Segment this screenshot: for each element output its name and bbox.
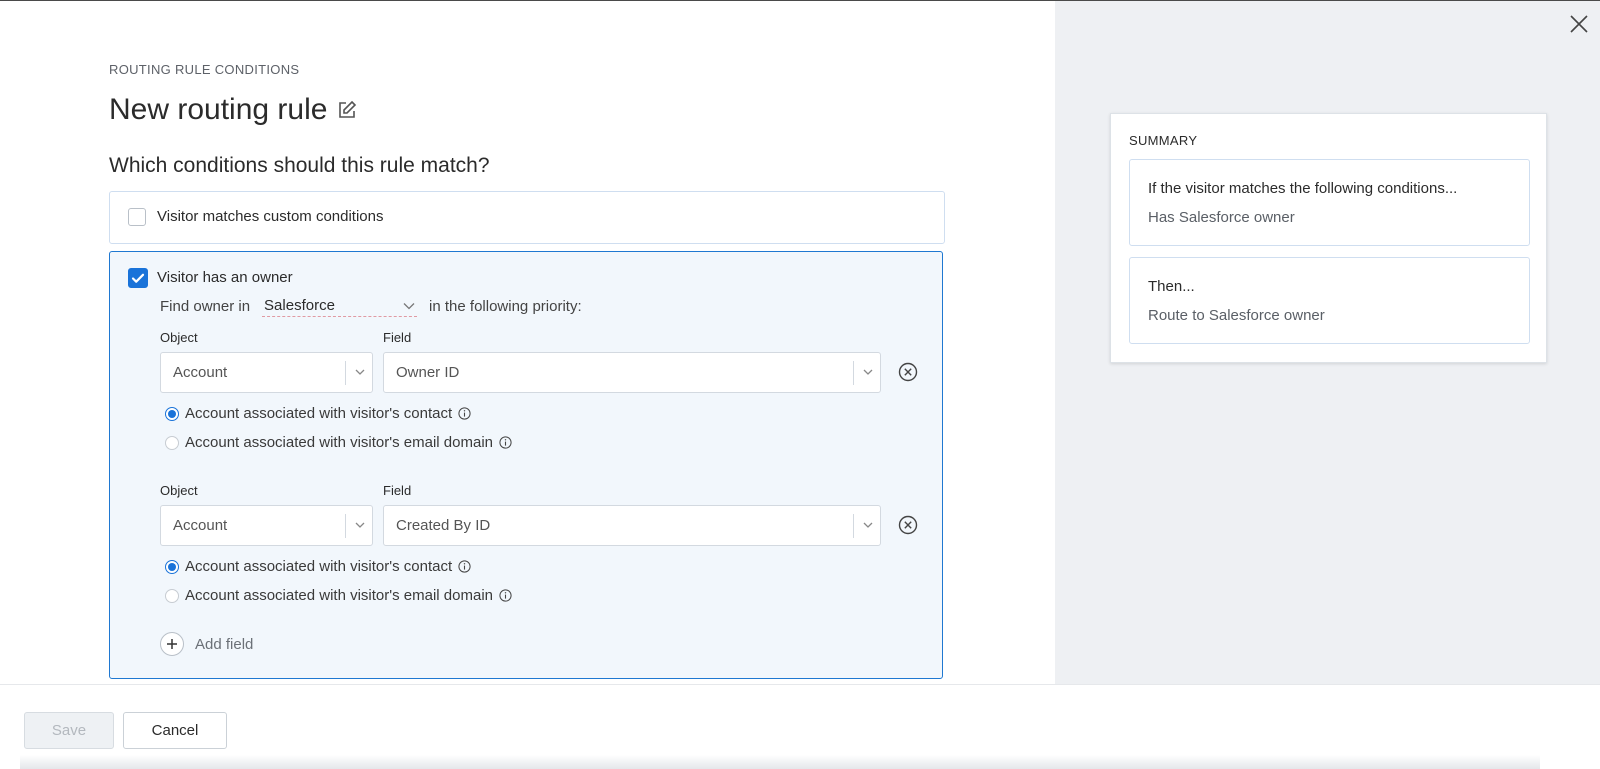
owner-checkbox[interactable]: [128, 268, 148, 288]
field-select[interactable]: Owner ID: [383, 352, 881, 393]
find-owner-suffix: in the following priority:: [429, 297, 582, 315]
radio-contact-label: Account associated with visitor's contac…: [185, 405, 453, 422]
select-divider: [853, 361, 854, 385]
remove-field-icon[interactable]: [898, 515, 918, 535]
conditions-question: Which conditions should this rule match?: [109, 154, 490, 177]
radio-contact-label: Account associated with visitor's contac…: [185, 558, 453, 575]
page-title: New routing rule: [109, 93, 357, 127]
add-field-label: Add field: [195, 635, 254, 653]
radio-email-domain[interactable]: Account associated with visitor's email …: [165, 587, 512, 604]
find-owner-row: Find owner in Salesforce in the followin…: [160, 295, 582, 317]
owner-condition-label: Visitor has an owner: [157, 269, 293, 286]
radio-email-domain-label: Account associated with visitor's email …: [185, 434, 493, 451]
radio-email-domain-label: Account associated with visitor's email …: [185, 587, 493, 604]
select-divider: [345, 514, 346, 538]
chevron-down-icon: [863, 522, 873, 528]
chevron-down-icon: [355, 522, 365, 528]
close-icon[interactable]: [1568, 13, 1590, 35]
owner-condition-card: Visitor has an owner Find owner in Sales…: [109, 251, 943, 679]
field-select-value: Owner ID: [396, 364, 460, 381]
radio-button[interactable]: [165, 559, 179, 574]
custom-conditions-card[interactable]: Visitor matches custom conditions: [109, 191, 945, 244]
info-icon[interactable]: [499, 589, 512, 602]
owner-priority-row-2: Object Field Account Created By ID Accou…: [160, 483, 920, 613]
radio-button[interactable]: [165, 588, 179, 603]
info-icon[interactable]: [458, 407, 471, 420]
radio-contact[interactable]: Account associated with visitor's contac…: [165, 405, 471, 422]
page-title-text: New routing rule: [109, 93, 328, 126]
chevron-down-icon: [355, 369, 365, 375]
object-label: Object: [160, 483, 198, 498]
field-label: Field: [383, 330, 412, 345]
info-icon[interactable]: [499, 436, 512, 449]
field-label: Field: [383, 483, 412, 498]
summary-then-title: Then...: [1148, 278, 1195, 295]
summary-then-box: Then... Route to Salesforce owner: [1129, 257, 1530, 344]
summary-if-box: If the visitor matches the following con…: [1129, 159, 1530, 246]
edit-icon[interactable]: [337, 100, 357, 120]
field-select-value: Created By ID: [396, 517, 491, 534]
remove-field-icon[interactable]: [898, 362, 918, 382]
radio-email-domain[interactable]: Account associated with visitor's email …: [165, 434, 512, 451]
rule-editor-panel: ROUTING RULE CONDITIONS New routing rule…: [0, 1, 1055, 684]
radio-contact[interactable]: Account associated with visitor's contac…: [165, 558, 471, 575]
save-button[interactable]: Save: [24, 712, 114, 749]
summary-if-detail: Has Salesforce owner: [1148, 209, 1295, 226]
custom-conditions-checkbox[interactable]: [128, 208, 146, 226]
summary-then-detail: Route to Salesforce owner: [1148, 307, 1325, 324]
footer-bar: [0, 684, 1600, 769]
summary-card: SUMMARY If the visitor matches the follo…: [1110, 113, 1547, 363]
summary-if-title: If the visitor matches the following con…: [1148, 180, 1458, 197]
radio-button[interactable]: [165, 435, 179, 450]
owner-source-dropdown[interactable]: Salesforce: [262, 295, 418, 317]
add-field-button[interactable]: Add field: [160, 632, 253, 656]
owner-source-value: Salesforce: [264, 297, 335, 314]
object-select-value: Account: [173, 364, 228, 381]
object-label: Object: [160, 330, 198, 345]
owner-priority-row-1: Object Field Account Owner ID Account as…: [160, 330, 920, 460]
chevron-down-icon: [863, 369, 873, 375]
plus-icon: [160, 632, 184, 656]
object-select[interactable]: Account: [160, 352, 373, 393]
custom-conditions-label: Visitor matches custom conditions: [157, 208, 384, 225]
radio-button[interactable]: [165, 406, 179, 421]
find-owner-prefix: Find owner in: [160, 297, 251, 315]
select-divider: [853, 514, 854, 538]
section-eyebrow: ROUTING RULE CONDITIONS: [109, 62, 300, 77]
info-icon[interactable]: [458, 560, 471, 573]
summary-heading: SUMMARY: [1129, 133, 1198, 148]
object-select[interactable]: Account: [160, 505, 373, 546]
field-select[interactable]: Created By ID: [383, 505, 881, 546]
select-divider: [345, 361, 346, 385]
object-select-value: Account: [173, 517, 228, 534]
chevron-down-icon: [403, 302, 415, 309]
footer-shadow: [20, 755, 1540, 769]
cancel-button[interactable]: Cancel: [123, 712, 227, 749]
